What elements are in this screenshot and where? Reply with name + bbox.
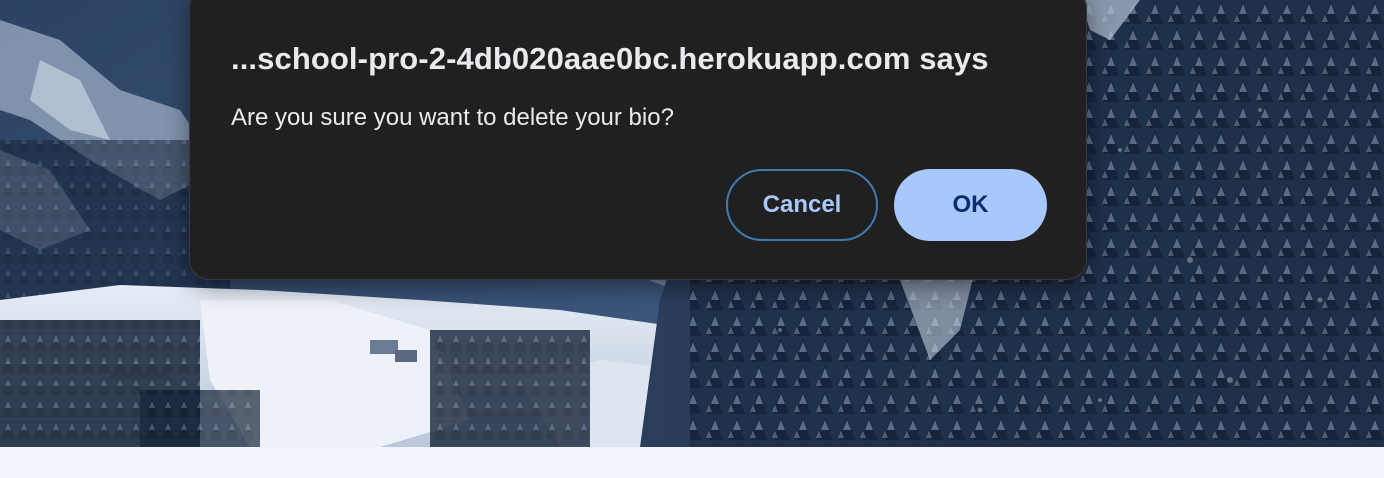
cancel-button[interactable]: Cancel <box>726 169 878 241</box>
ok-button[interactable]: OK <box>894 169 1047 241</box>
dialog-message: Are you sure you want to delete your bio… <box>231 104 674 131</box>
page-footer-band <box>0 447 1384 478</box>
browser-page: ...school-pro-2-4db020aae0bc.herokuapp.c… <box>0 0 1384 478</box>
confirm-dialog: ...school-pro-2-4db020aae0bc.herokuapp.c… <box>189 0 1087 280</box>
dialog-title: ...school-pro-2-4db020aae0bc.herokuapp.c… <box>231 41 989 76</box>
